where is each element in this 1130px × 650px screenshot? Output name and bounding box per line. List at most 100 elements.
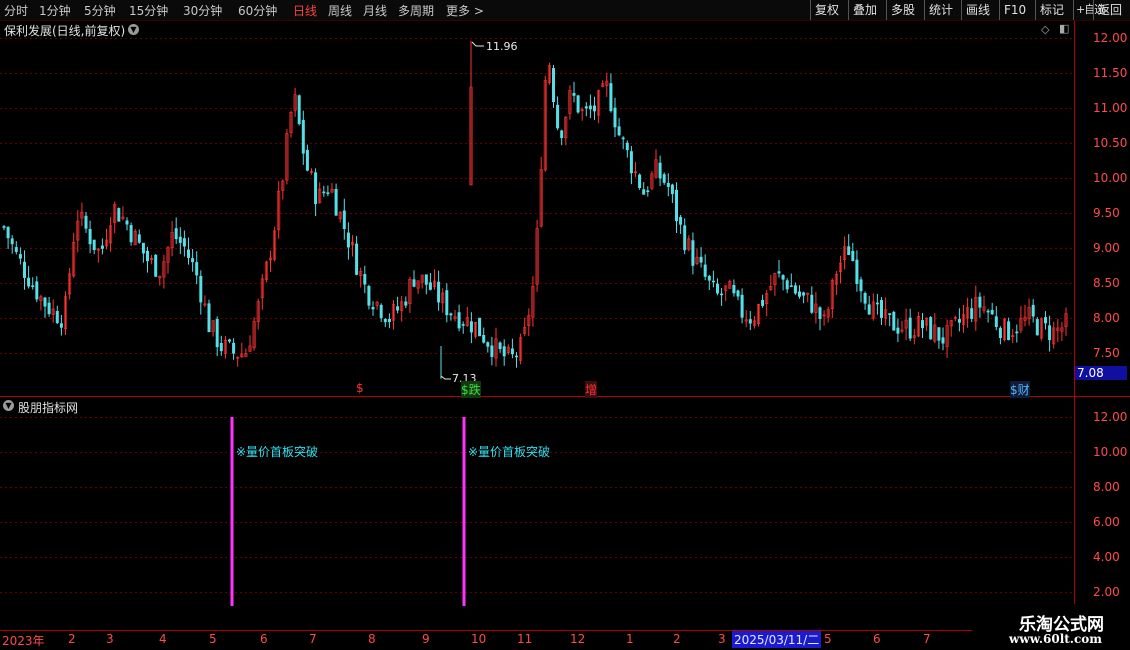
candle-body [851,250,855,261]
candle-body [720,293,724,296]
candle-body [699,256,703,263]
x-label: 2023年 [2,634,45,648]
candle-body [84,215,88,229]
x-label: 3 [106,632,114,646]
candle-body [437,281,441,303]
price-tick: 9.00 [1093,241,1120,255]
candle-body [379,304,383,319]
candle-body [761,299,765,306]
candle-body [174,228,178,240]
candle-body [625,142,629,151]
candle-body [228,339,232,342]
candle-body [322,191,326,194]
candle-body [2,226,6,228]
event-tag-dividend[interactable]: $ [356,381,364,395]
candle-body [154,254,158,277]
candle-body [457,312,461,329]
price-tick: 8.50 [1093,276,1120,290]
candle-body [1015,331,1019,334]
x-label: 10 [471,632,487,646]
candle-body [638,174,642,188]
candle-body [670,184,674,195]
candle-body [141,242,145,254]
candle-body [867,304,871,315]
candle-body [502,346,506,357]
candle-body [297,95,301,124]
candle-body [572,93,576,96]
candle-body [100,245,104,249]
candle-body [740,294,744,318]
candle-body [785,280,789,290]
x-label: 6 [260,632,268,646]
candle-body [6,226,10,239]
candle-body [43,297,47,307]
candle-body [859,279,863,292]
candle-body [1035,319,1039,336]
candle-body [642,189,646,195]
candle-body [818,307,822,319]
candle-body [10,238,14,245]
price-tick: 11.00 [1093,101,1127,115]
candle-body [445,290,449,316]
candle-body [482,334,486,343]
candle-body [658,162,662,179]
candle-body [18,254,22,259]
candle-body [617,126,621,136]
candle-body [551,68,555,103]
main-grid [0,38,1074,354]
event-tag-finance[interactable]: $财 [1010,381,1030,398]
candle-body [929,317,933,340]
x-label: 3 [718,632,726,646]
candle-body [428,282,432,290]
candle-body [498,342,502,350]
candle-body [1031,304,1035,317]
candle-body [27,277,31,287]
candle-body [14,247,18,252]
candle-body [781,275,785,280]
candle-body [797,291,801,297]
candle-body [478,317,482,337]
price-tick: 7.50 [1093,346,1120,360]
candle-body [383,318,387,323]
candle-body [129,225,133,243]
candle-body [683,225,687,251]
candle-body [715,283,719,294]
candle-body [879,299,883,318]
candle-body [1044,317,1048,324]
x-label: 11 [517,632,533,646]
candle-body [125,220,129,225]
candle-body [994,316,998,328]
candle-body [207,303,211,333]
watermark-url: www.60lt.com [1009,632,1102,646]
candle-body [970,308,974,319]
event-tag-drop[interactable]: $跌 [461,381,481,398]
kline-chart[interactable]: 12.00 11.50 11.00 10.50 10.00 9.50 9.00 … [0,0,1130,650]
candle-body [424,274,428,285]
signal-label: ※量价首板突破 [468,445,551,459]
indicator-tick: 4.00 [1093,550,1120,564]
indicator-tick: 6.00 [1093,515,1120,529]
candle-body [847,246,851,256]
candle-body [863,292,867,304]
candle-body [793,285,797,294]
candle-body [662,174,666,183]
x-label: 2 [68,632,76,646]
price-tick: 10.50 [1093,136,1127,150]
candle-body [326,192,330,194]
x-label: 2 [673,632,681,646]
price-tick: 12.00 [1093,31,1127,45]
x-label: 5 [209,632,217,646]
candle-body [777,271,781,274]
candle-body [31,285,35,288]
event-tag-increase[interactable]: 增 [585,381,598,398]
candle-body [855,259,859,285]
candle-body [732,284,736,294]
candle-body [748,319,752,324]
candle-body [486,342,490,347]
candle-body [305,149,309,171]
x-label: 4 [159,632,167,646]
candle-body [59,323,63,328]
candle-body [937,327,941,341]
candle-body [449,313,453,316]
candle-body [396,306,400,311]
